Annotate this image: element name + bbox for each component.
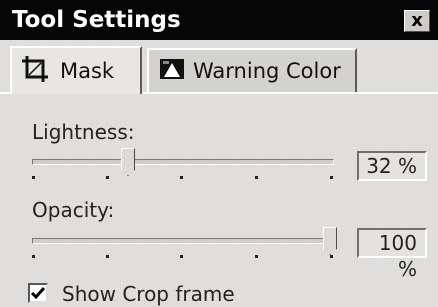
lightness-slider-thumb[interactable] [121, 148, 135, 176]
lightness-track [32, 159, 334, 165]
slider-tick [106, 255, 109, 258]
show-crop-frame-checkbox[interactable] [28, 283, 48, 303]
tab-strip: Mask Warning Color [0, 40, 438, 98]
window-title: Tool Settings [12, 7, 181, 33]
slider-tick [255, 176, 258, 179]
slider-tick [180, 176, 183, 179]
opacity-slider[interactable] [32, 224, 337, 268]
crop-icon [22, 55, 48, 87]
slider-tick [32, 255, 35, 258]
lightness-value-field[interactable]: 32 % [357, 151, 427, 181]
opacity-track [32, 238, 334, 244]
slider-tick [180, 255, 183, 258]
tab-mask[interactable]: Mask [10, 46, 142, 94]
tab-warning-color-label: Warning Color [193, 59, 341, 83]
opacity-slider-thumb[interactable] [323, 227, 337, 255]
lightness-label: Lightness: [32, 120, 135, 144]
slider-tick [106, 176, 109, 179]
tool-settings-window: Tool Settings x Mask Warning Color Light… [0, 0, 438, 307]
close-button[interactable]: x [404, 10, 430, 32]
slider-tick [255, 255, 258, 258]
title-bar[interactable]: Tool Settings x [0, 0, 438, 40]
checkmark-icon [30, 287, 46, 300]
close-icon: x [411, 10, 423, 31]
opacity-label: Opacity: [32, 198, 115, 222]
slider-tick [330, 176, 333, 179]
tab-mask-label: Mask [60, 59, 115, 83]
tab-warning-color[interactable]: Warning Color [147, 48, 357, 92]
show-crop-frame-label: Show Crop frame [62, 282, 235, 306]
lightness-slider[interactable] [32, 145, 334, 189]
slider-tick [32, 176, 35, 179]
warning-color-icon [159, 57, 185, 86]
opacity-value-field[interactable]: 100 % [357, 228, 427, 281]
slider-tick [330, 255, 333, 258]
